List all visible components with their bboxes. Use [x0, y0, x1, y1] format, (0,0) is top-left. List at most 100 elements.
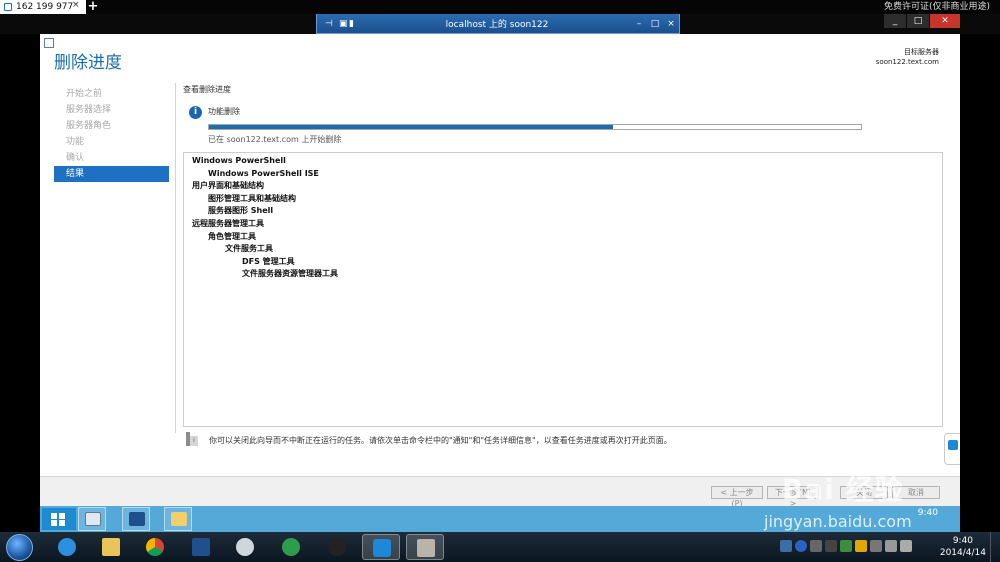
page-title: 删除进度 — [54, 53, 122, 73]
results-list: Windows PowerShell Windows PowerShell IS… — [183, 152, 943, 427]
lock-icon: ▣ — [339, 18, 348, 29]
window-controls: _ □ ✕ — [883, 14, 960, 28]
result-item: 图形管理工具和基础结构 — [208, 193, 296, 203]
tray-icon[interactable] — [810, 540, 822, 552]
result-item: 文件服务器资源管理器工具 — [242, 269, 338, 279]
tray-icon[interactable] — [780, 540, 792, 552]
nav-item-features[interactable]: 功能 — [54, 134, 169, 150]
qq-icon — [328, 538, 346, 556]
network-icon[interactable] — [885, 540, 897, 552]
tray-icon[interactable] — [855, 540, 867, 552]
result-item: 角色管理工具 — [208, 231, 256, 241]
wizard-nav: 开始之前 服务器选择 服务器角色 功能 确认 结果 — [54, 86, 169, 182]
tray-icon[interactable] — [840, 540, 852, 552]
nav-divider — [175, 83, 176, 433]
result-item: 用户界面和基础结构 — [192, 181, 264, 191]
wizard-window: _ □ ✕ 删除进度 目标服务器 soon122.text.com 开始之前 服… — [40, 14, 960, 508]
remote-minimize-button[interactable]: – — [631, 19, 647, 29]
result-item: 远程服务器管理工具 — [192, 218, 264, 228]
license-notice: 免费许可证(仅非商业用途) — [883, 2, 990, 12]
result-item: 文件服务工具 — [225, 244, 273, 254]
target-server-box: 目标服务器 soon122.text.com — [876, 47, 939, 67]
host-date: 2014/4/14 — [939, 548, 986, 558]
remote-restore-button[interactable]: □ — [647, 19, 663, 29]
chrome-icon — [146, 538, 164, 556]
previous-button[interactable]: < 上一步(P) — [711, 486, 763, 508]
host-tab-strip: 162 199 977 × + 免费许可证(仅非商业用途) — [0, 0, 1000, 14]
teamviewer-icon — [373, 539, 391, 557]
minimize-button[interactable]: _ — [884, 14, 906, 28]
taskbar-ie[interactable] — [48, 534, 86, 560]
server-start-button[interactable] — [42, 508, 76, 530]
taskbar-teamviewer[interactable] — [362, 534, 400, 560]
host-time: 9:40 — [952, 536, 974, 546]
nav-item-server-selection[interactable]: 服务器选择 — [54, 102, 169, 118]
ie-icon — [58, 538, 76, 556]
result-item: Windows PowerShell — [192, 156, 286, 165]
progress-status-text: 已在 soon122.text.com 上开始删除 — [208, 135, 342, 144]
taskbar-explorer[interactable] — [92, 534, 130, 560]
wizard-button-bar: < 上一步(P) 下一步(N) > 关闭 取消 — [40, 476, 960, 508]
taskbar-qq[interactable] — [318, 534, 356, 560]
help-icon[interactable] — [795, 540, 807, 552]
magnifier-icon — [236, 538, 254, 556]
system-tray — [780, 540, 912, 552]
server-manager-icon — [85, 512, 101, 526]
taskbar-image-viewer[interactable] — [406, 534, 444, 560]
cat-photo-icon — [417, 539, 435, 557]
info-icon: i — [189, 106, 202, 119]
target-server-name: soon122.text.com — [875, 58, 939, 66]
taskbar-chrome[interactable] — [136, 534, 174, 560]
nav-item-confirmation[interactable]: 确认 — [54, 150, 169, 166]
host-strip-left — [0, 14, 316, 34]
folder-icon — [102, 538, 120, 556]
nav-item-before-you-begin[interactable]: 开始之前 — [54, 86, 169, 102]
server-manager-button[interactable] — [78, 507, 106, 531]
close-button[interactable]: ✕ — [930, 14, 960, 28]
nav-item-server-roles[interactable]: 服务器角色 — [54, 118, 169, 134]
section-title: 查看删除进度 — [183, 85, 231, 94]
cancel-button[interactable]: 取消 — [892, 486, 940, 499]
powershell-icon — [192, 538, 210, 556]
host-tab-title: 162 199 977 — [16, 2, 74, 12]
note-icon: i — [186, 432, 198, 446]
host-clock[interactable]: 9:40 2014/4/14 — [940, 535, 986, 559]
close-wizard-button[interactable]: 关闭 — [840, 486, 888, 499]
teamviewer-icon — [948, 440, 958, 450]
feature-removal-label: 功能删除 — [208, 107, 240, 116]
pin-icon[interactable]: ⊣ — [325, 19, 339, 29]
flag-icon[interactable] — [870, 540, 882, 552]
app-icon — [282, 538, 300, 556]
taskbar-powershell[interactable] — [182, 534, 220, 560]
new-tab-button[interactable]: + — [86, 0, 100, 14]
powershell-icon — [129, 512, 145, 526]
note-text: 你可以关闭此向导而不中断正在运行的任务。请依次单击命令栏中的"通知"和"任务详细… — [209, 436, 672, 445]
powershell-button[interactable] — [122, 507, 150, 531]
teamviewer-icon — [4, 3, 12, 11]
taskbar-search-app[interactable] — [226, 534, 264, 560]
maximize-button[interactable]: □ — [907, 14, 929, 28]
chevron-up-icon[interactable] — [825, 540, 837, 552]
tab-close-icon[interactable]: × — [72, 0, 80, 10]
remote-connection-bar[interactable]: ⊣ ▣ ▮ localhost 上的 soon122 – □ × — [316, 14, 680, 34]
signal-icon: ▮ — [349, 18, 354, 29]
server-clock: 9:40 — [917, 508, 938, 518]
remote-close-button[interactable]: × — [663, 19, 679, 29]
server-taskbar: 9:40 — [40, 506, 960, 532]
progress-bar — [208, 124, 862, 130]
folder-icon — [171, 512, 187, 526]
remote-title: localhost 上的 soon122 — [445, 20, 549, 30]
result-item: DFS 管理工具 — [242, 256, 295, 266]
nav-item-results[interactable]: 结果 — [54, 166, 169, 182]
next-button[interactable]: 下一步(N) > — [767, 486, 819, 508]
file-explorer-button[interactable] — [164, 507, 192, 531]
teamviewer-side-handle[interactable] — [944, 433, 960, 465]
show-desktop-button[interactable] — [990, 532, 1000, 562]
target-server-label: 目标服务器 — [904, 48, 939, 56]
progress-fill — [209, 125, 614, 129]
result-item: Windows PowerShell ISE — [208, 168, 319, 178]
start-orb[interactable] — [6, 534, 33, 561]
volume-icon[interactable] — [900, 540, 912, 552]
host-taskbar: 9:40 2014/4/14 — [0, 532, 1000, 562]
taskbar-app[interactable] — [272, 534, 310, 560]
